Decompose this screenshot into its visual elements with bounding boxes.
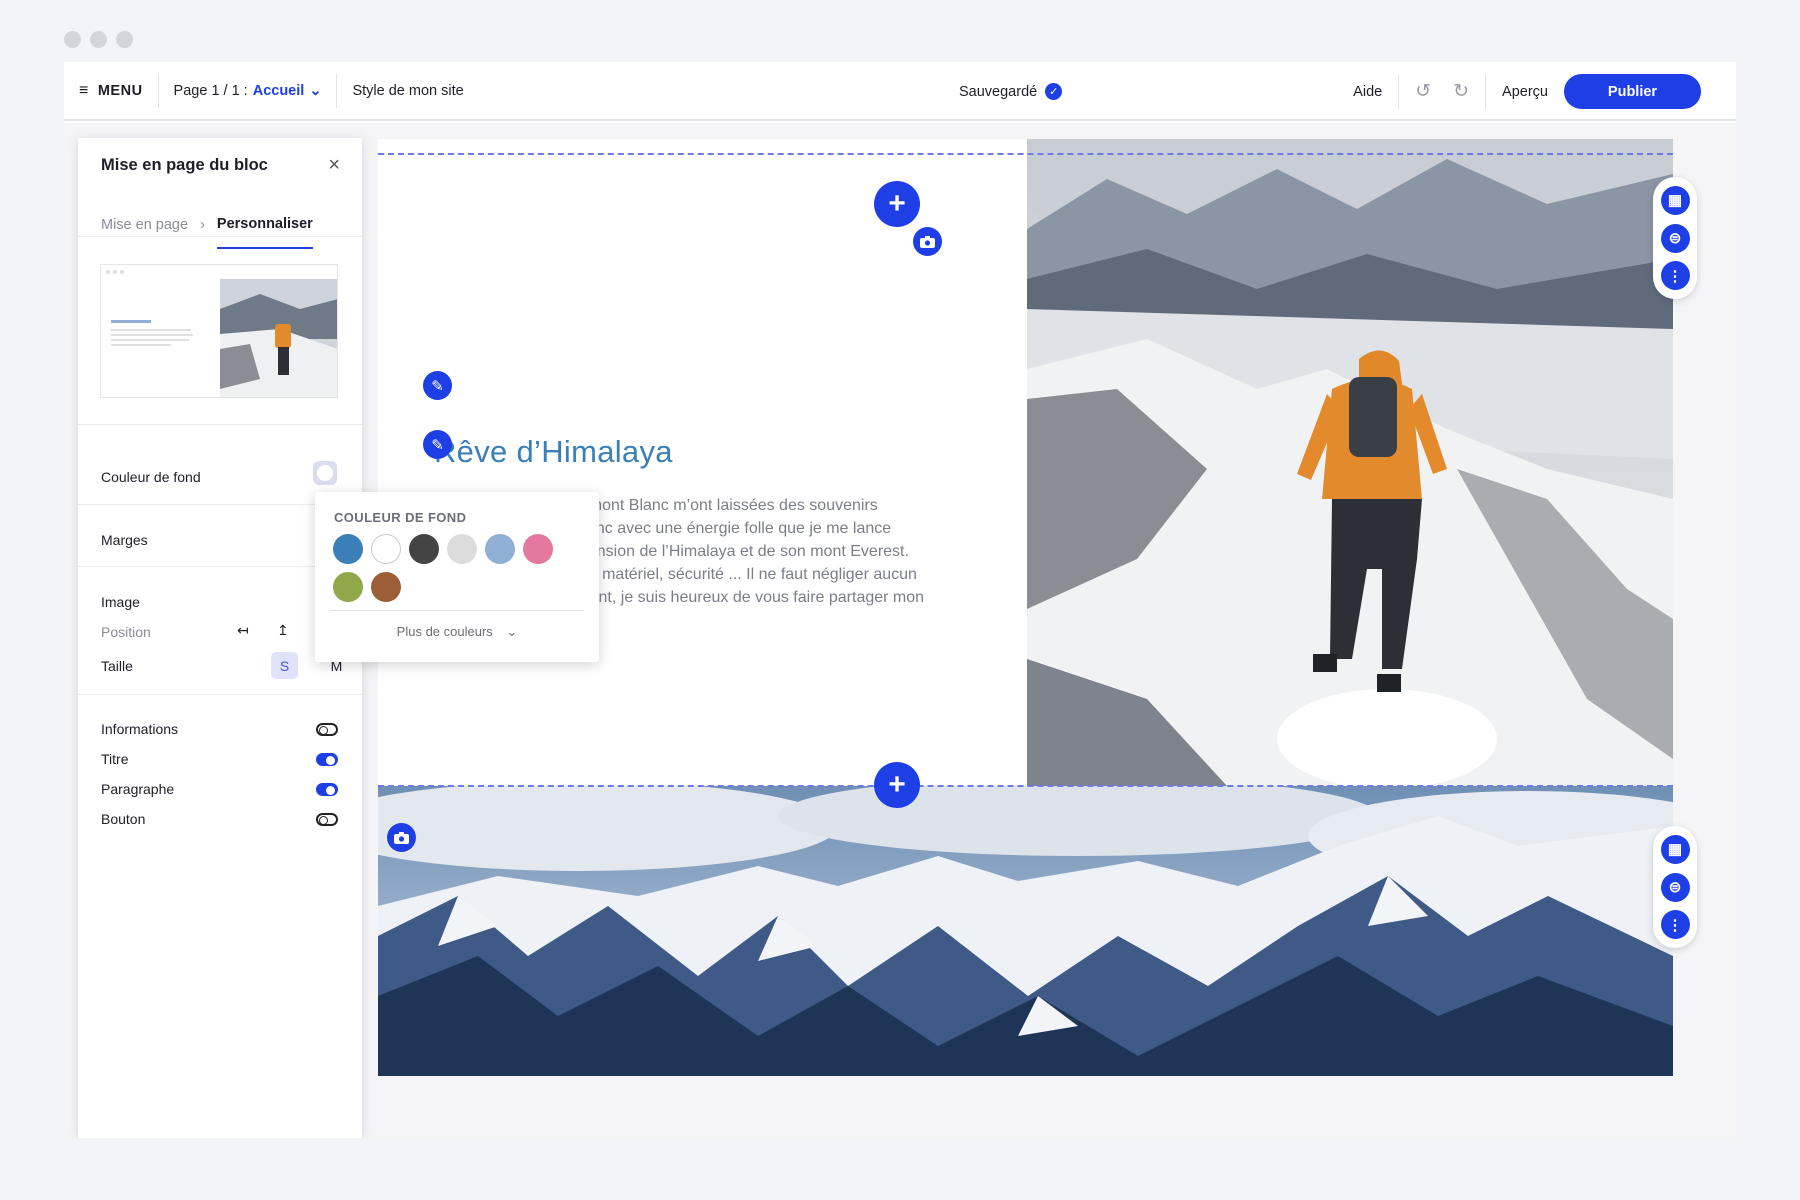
chevron-down-icon: ⌄ — [506, 624, 518, 639]
layout-preview-thumbnail — [100, 264, 338, 398]
hiker-mountain-image[interactable] — [1027, 139, 1673, 786]
undo-icon[interactable]: ↺ — [1399, 80, 1442, 103]
window-controls — [64, 31, 133, 48]
block-tools: ▦ ⊜ ⋮ — [1653, 826, 1697, 948]
color-swatch[interactable] — [523, 534, 553, 564]
panel-title: Mise en page du bloc — [101, 156, 268, 174]
toggle-titre[interactable] — [316, 753, 338, 766]
more-colors-button[interactable]: Plus de couleurs ⌄ — [315, 624, 599, 640]
toggle-label-titre: Titre — [101, 751, 129, 767]
block-title[interactable]: Rêve d’Himalaya — [434, 434, 673, 470]
color-swatch[interactable] — [447, 534, 477, 564]
editor-window: ≡ MENU Page 1 / 1 : Accueil ⌄ Style de m… — [64, 62, 1736, 1138]
camera-icon[interactable] — [913, 227, 942, 256]
image-section-label: Image — [101, 594, 140, 610]
publish-button[interactable]: Publier — [1564, 74, 1701, 109]
toggle-label-paragraphe: Paragraphe — [101, 781, 175, 797]
color-swatch[interactable] — [333, 572, 363, 602]
color-swatch[interactable] — [371, 572, 401, 602]
layout-palette-icon[interactable]: ▦ — [1660, 185, 1690, 215]
bg-color-label: Couleur de fond — [101, 469, 201, 485]
close-icon[interactable]: × — [328, 154, 340, 177]
margins-label[interactable]: Marges — [101, 532, 148, 548]
help-link[interactable]: Aide — [1337, 84, 1398, 100]
add-block-plus-icon[interactable]: + — [874, 762, 920, 808]
block-boundary-bottom — [378, 785, 1673, 787]
preview-link[interactable]: Aperçu — [1486, 84, 1548, 100]
size-small-button[interactable]: S — [271, 652, 298, 679]
block-tools: ▦ ⊜ ⋮ — [1653, 177, 1697, 299]
site-style-link[interactable]: Style de mon site — [337, 62, 478, 119]
layout-palette-icon[interactable]: ▦ — [1660, 834, 1690, 864]
breadcrumb: Mise en page › Personnaliser — [101, 201, 313, 249]
check-circle-icon: ✓ — [1045, 83, 1063, 100]
toggle-bouton[interactable] — [316, 813, 338, 826]
color-swatch[interactable] — [485, 534, 515, 564]
popup-title: COULEUR DE FOND — [334, 510, 467, 525]
chevron-down-icon: ⌄ — [309, 82, 322, 99]
chevron-right-icon: › — [200, 217, 205, 233]
hamburger-icon: ≡ — [79, 81, 89, 99]
toggles-icon[interactable]: ⊜ — [1660, 872, 1690, 902]
more-options-icon[interactable]: ⋮ — [1660, 261, 1690, 291]
save-status: Sauvegardé ✓ — [959, 62, 1063, 121]
position-label: Position — [101, 624, 151, 640]
bg-color-swatch[interactable] — [313, 461, 337, 485]
bg-color-popup: COULEUR DE FOND Plus de couleurs ⌄ — [315, 492, 599, 662]
page-selector[interactable]: Page 1 / 1 : Accueil ⌄ — [159, 62, 337, 119]
toggles-icon[interactable]: ⊜ — [1660, 223, 1690, 253]
mountain-range-image[interactable] — [378, 786, 1673, 1076]
color-swatches — [333, 534, 583, 602]
more-options-icon[interactable]: ⋮ — [1660, 910, 1690, 940]
color-swatch[interactable] — [333, 534, 363, 564]
size-label: Taille — [101, 658, 133, 674]
color-swatch[interactable] — [371, 534, 401, 564]
edit-paragraph-pencil-icon[interactable]: ✎ — [423, 430, 452, 459]
camera-icon[interactable] — [387, 823, 416, 852]
menu-button[interactable]: ≡ MENU — [64, 62, 158, 119]
edit-title-pencil-icon[interactable]: ✎ — [423, 371, 452, 400]
toggle-label-bouton: Bouton — [101, 811, 146, 827]
top-toolbar: ≡ MENU Page 1 / 1 : Accueil ⌄ Style de m… — [64, 62, 1736, 121]
align-top-icon[interactable]: ↥ — [277, 622, 289, 639]
redo-icon[interactable]: ↻ — [1442, 80, 1485, 103]
color-swatch[interactable] — [409, 534, 439, 564]
toggle-informations[interactable] — [316, 723, 338, 736]
breadcrumb-layout[interactable]: Mise en page — [101, 217, 188, 233]
breadcrumb-customize[interactable]: Personnaliser — [216, 216, 313, 249]
toggle-paragraphe[interactable] — [316, 783, 338, 796]
toggle-label-informations: Informations — [101, 721, 179, 737]
add-block-plus-icon[interactable]: + — [874, 181, 920, 227]
block-boundary-top — [378, 153, 1673, 155]
align-left-icon[interactable]: ↤ — [237, 622, 249, 639]
